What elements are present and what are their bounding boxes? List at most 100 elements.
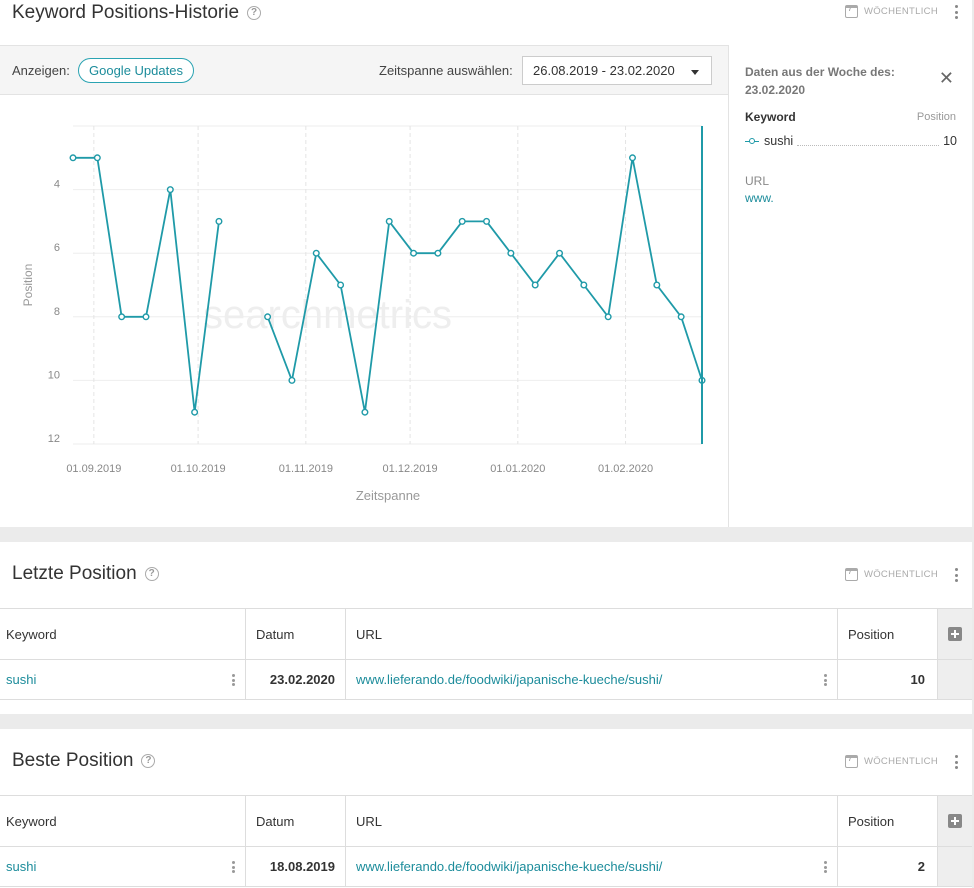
close-icon[interactable]: ✕ xyxy=(939,69,954,87)
x-tick-label: 01.01.2020 xyxy=(490,463,545,475)
week-detail-panel: Daten aus der Woche des: 23.02.2020 ✕ Ke… xyxy=(728,45,972,527)
data-point xyxy=(434,249,442,257)
help-icon[interactable]: ? xyxy=(247,6,262,20)
plus-icon xyxy=(948,814,962,828)
y-tick-label: 4 xyxy=(54,179,60,191)
keyword-cell[interactable]: sushi xyxy=(0,847,246,886)
more-options-icon[interactable] xyxy=(954,755,958,769)
row-menu-icon[interactable] xyxy=(232,861,235,873)
x-tick-label: 01.10.2019 xyxy=(171,463,226,475)
col-position[interactable]: Position xyxy=(838,609,938,659)
data-point xyxy=(531,281,539,289)
row-menu-icon[interactable] xyxy=(824,674,827,686)
best-title-wrap: Beste Position ? xyxy=(12,750,156,772)
weekly-label: WÖCHENTLICH xyxy=(863,569,938,580)
weekly-label: WÖCHENTLICH xyxy=(863,756,938,767)
y-tick-label: 10 xyxy=(48,369,60,381)
data-point xyxy=(507,249,515,257)
more-options-icon[interactable] xyxy=(954,5,958,19)
calendar-icon xyxy=(844,755,858,768)
data-point xyxy=(628,154,636,162)
google-updates-button[interactable]: Google Updates xyxy=(78,58,194,83)
row-menu-icon[interactable] xyxy=(232,674,235,686)
date-cell: 23.02.2020 xyxy=(246,660,346,699)
add-column-button[interactable] xyxy=(938,609,972,659)
data-point xyxy=(142,313,150,321)
data-point xyxy=(385,217,393,225)
keyword-link[interactable]: sushi xyxy=(6,859,36,874)
watermark-text: searchmetrics xyxy=(203,293,452,337)
data-point xyxy=(93,154,101,162)
series-line-sushi xyxy=(266,157,703,413)
help-icon[interactable]: ? xyxy=(144,567,159,581)
detail-url-link[interactable]: www. xyxy=(745,191,774,205)
week-detail-title: Daten aus der Woche des: 23.02.2020 xyxy=(745,65,895,97)
chevron-down-icon xyxy=(691,70,699,75)
data-point xyxy=(361,408,369,416)
calendar-icon xyxy=(844,568,858,581)
col-keyword[interactable]: Keyword xyxy=(0,609,246,659)
x-tick-label: 01.09.2019 xyxy=(66,463,121,475)
detail-url-header: URL xyxy=(745,174,770,188)
table-header: Keyword Datum URL Position xyxy=(0,608,972,660)
url-link[interactable]: www.lieferando.de/foodwiki/japanische-ku… xyxy=(356,859,662,874)
url-cell[interactable]: www.lieferando.de/foodwiki/japanische-ku… xyxy=(346,660,838,699)
data-point xyxy=(69,154,77,162)
dotted-leader xyxy=(797,137,940,146)
weekly-toggle[interactable]: WÖCHENTLICH xyxy=(844,755,938,768)
help-icon[interactable]: ? xyxy=(141,754,156,768)
series-line-sushi xyxy=(73,156,220,413)
col-url[interactable]: URL xyxy=(346,609,838,659)
more-options-icon[interactable] xyxy=(954,568,958,582)
empty-cell xyxy=(938,847,972,886)
url-link[interactable]: www.lieferando.de/foodwiki/japanische-ku… xyxy=(356,672,662,687)
detail-row: sushi 10 xyxy=(745,133,957,149)
add-column-button[interactable] xyxy=(938,796,972,846)
range-label: Zeitspanne auswählen: xyxy=(379,63,513,78)
data-point xyxy=(337,281,345,289)
x-tick-label: 01.12.2019 xyxy=(383,463,438,475)
empty-cell xyxy=(938,660,972,699)
series-legend-icon xyxy=(745,137,759,145)
col-url[interactable]: URL xyxy=(346,796,838,846)
x-axis-title: Zeitspanne xyxy=(356,488,420,503)
history-title: Keyword Positions-Historie xyxy=(12,2,240,23)
col-keyword[interactable]: Keyword xyxy=(0,796,246,846)
calendar-icon xyxy=(844,5,858,18)
data-point xyxy=(653,281,661,289)
history-card: Keyword Positions-Historie ? WÖCHENTLICH… xyxy=(0,0,972,527)
weekly-toggle[interactable]: WÖCHENTLICH xyxy=(844,568,938,581)
row-menu-icon[interactable] xyxy=(824,861,827,873)
data-point xyxy=(410,249,418,257)
latest-position-card: Letzte Position ? WÖCHENTLICH Keyword Da… xyxy=(0,542,972,714)
data-point xyxy=(312,249,320,257)
best-title: Beste Position xyxy=(12,750,134,771)
latest-title: Letzte Position xyxy=(12,563,137,584)
date-range-select[interactable]: 26.08.2019 - 23.02.2020 xyxy=(522,56,712,85)
keyword-link[interactable]: sushi xyxy=(6,672,36,687)
weekly-label: WÖCHENTLICH xyxy=(863,6,938,17)
col-date[interactable]: Datum xyxy=(246,796,346,846)
detail-keyword-header: Keyword xyxy=(745,110,796,124)
position-cell: 10 xyxy=(838,660,938,699)
date-range-value: 26.08.2019 - 23.02.2020 xyxy=(533,63,675,78)
chart-toolbar: Anzeigen: Google Updates Zeitspanne ausw… xyxy=(0,45,728,95)
position-history-chart: searchmetrics 4 6 8 10 12 01.09.2019 01.10.2019… xyxy=(21,125,706,503)
col-position[interactable]: Position xyxy=(838,796,938,846)
data-point xyxy=(191,408,199,416)
y-tick-label: 8 xyxy=(54,306,60,318)
data-point xyxy=(166,186,174,194)
url-cell[interactable]: www.lieferando.de/foodwiki/japanische-ku… xyxy=(346,847,838,886)
data-point xyxy=(580,281,588,289)
keyword-cell[interactable]: sushi xyxy=(0,660,246,699)
weekly-toggle[interactable]: WÖCHENTLICH xyxy=(844,5,938,18)
data-point xyxy=(215,217,223,225)
data-point xyxy=(556,249,564,257)
x-tick-label: 01.02.2020 xyxy=(598,463,653,475)
detail-keyword: sushi xyxy=(764,134,794,148)
col-date[interactable]: Datum xyxy=(246,609,346,659)
y-axis-title: Position xyxy=(21,264,35,307)
data-point xyxy=(604,313,612,321)
data-point xyxy=(118,313,126,321)
y-tick-label: 12 xyxy=(48,433,60,445)
